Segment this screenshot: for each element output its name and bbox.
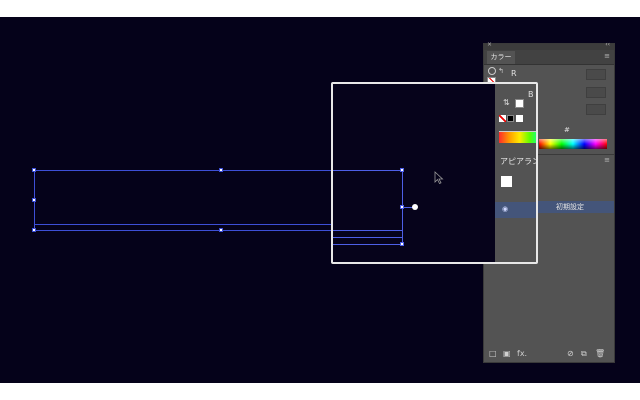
r-value-field[interactable] (586, 69, 606, 80)
none-swatch-icon (499, 115, 506, 122)
resize-handle (400, 205, 404, 209)
fill-swatch-icon (515, 99, 524, 108)
black-swatch-icon (507, 115, 514, 122)
reset-icon[interactable]: ↰ (498, 67, 504, 75)
new-layer-icon[interactable]: □ (489, 349, 497, 358)
bottom-margin (0, 383, 640, 400)
channel-r-label: R (511, 69, 517, 78)
rotate-handle (412, 204, 418, 210)
hex-label: # (564, 126, 570, 134)
cursor-arrow-icon (434, 171, 444, 185)
zoom-magnifier: B ⇅ アピアラン ◉ (331, 82, 538, 264)
g-value-field[interactable] (586, 87, 606, 98)
tab-color[interactable]: カラー (487, 51, 515, 64)
resize-handle[interactable] (32, 168, 36, 172)
panel-footer: □ ▣ fx. ⊘ ⧉ 🗑 (484, 347, 614, 361)
duplicate-item-icon[interactable]: ⧉ (581, 349, 587, 359)
resize-handle[interactable] (219, 168, 223, 172)
mini-spectrum (499, 131, 536, 143)
duplicate-icon[interactable]: ▣ (503, 349, 511, 358)
delete-icon[interactable]: 🗑 (595, 349, 605, 358)
top-margin (0, 0, 640, 17)
resize-handle[interactable] (219, 228, 223, 232)
resize-handle[interactable] (32, 228, 36, 232)
resize-handle (400, 242, 404, 246)
channel-b-label: B (528, 90, 534, 99)
zoomed-panel-area: B ⇅ アピアラン ◉ (495, 84, 538, 262)
collapse-icon[interactable]: ‹‹ (605, 41, 610, 48)
panel-tabbar: カラー ≡ (484, 50, 614, 65)
menu-icon[interactable]: ≡ (603, 52, 611, 60)
appearance-row-default[interactable]: 初期設定 (536, 201, 614, 213)
white-swatch-icon (516, 115, 523, 122)
b-value-field[interactable] (586, 104, 606, 115)
eye-icon: ◉ (495, 202, 536, 218)
resize-handle (400, 168, 404, 172)
close-icon[interactable]: × (487, 41, 492, 48)
color-spectrum[interactable] (539, 139, 607, 149)
clear-icon[interactable]: ⊘ (567, 349, 574, 358)
appearance-title: アピアラン (500, 157, 538, 166)
stroke-swatch-icon (501, 176, 512, 187)
fx-icon[interactable]: fx. (517, 349, 527, 358)
resize-handle[interactable] (32, 198, 36, 202)
swap-icon: ⇅ (503, 98, 510, 107)
swap-icon[interactable] (488, 67, 496, 75)
menu-icon[interactable]: ≡ (603, 156, 611, 164)
